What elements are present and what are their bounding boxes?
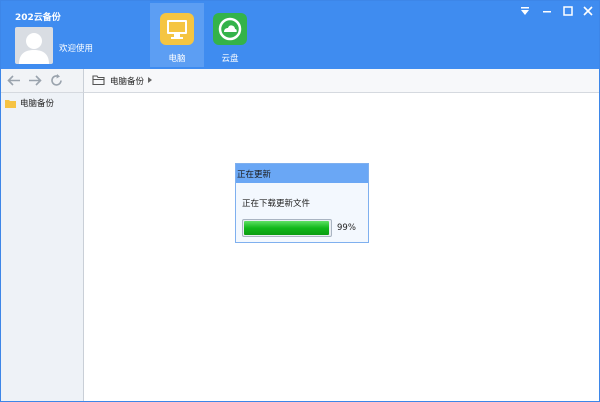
update-dialog: 正在更新 正在下载更新文件 99% — [235, 163, 369, 243]
title-bar: 202云备份 欢迎使用 电脑 云盘 — [1, 1, 599, 69]
tab-cloud-label: 云盘 — [221, 54, 239, 64]
progress-fill — [244, 221, 330, 235]
minimize-icon[interactable] — [538, 4, 556, 18]
user-icon — [19, 33, 49, 64]
tab-cloud[interactable]: 云盘 — [203, 3, 257, 67]
arrow-left-icon[interactable] — [6, 73, 22, 88]
main-content — [84, 93, 599, 401]
folder-open-icon — [92, 74, 105, 86]
close-icon[interactable] — [579, 4, 597, 18]
sidebar-item-computer-backup[interactable]: 电脑备份 — [5, 96, 54, 110]
folder-icon — [5, 99, 16, 108]
breadcrumb-item[interactable]: 电脑备份 — [110, 75, 144, 87]
dialog-message: 正在下载更新文件 — [242, 199, 311, 209]
sidebar: 电脑备份 — [1, 93, 84, 401]
dropdown-icon[interactable] — [516, 4, 534, 18]
dialog-header: 正在更新 — [236, 164, 368, 183]
tab-computer-label: 电脑 — [168, 54, 186, 64]
breadcrumb: 电脑备份 — [84, 69, 599, 93]
username: 欢迎使用 — [59, 44, 94, 54]
app-title: 202云备份 — [15, 13, 61, 23]
cloud-icon — [213, 13, 247, 45]
app-window: 202云备份 欢迎使用 电脑 云盘 电脑备份 电脑备份 正在更新 正在下载更新文… — [0, 0, 600, 402]
sidebar-item-label: 电脑备份 — [20, 99, 55, 109]
tab-computer[interactable]: 电脑 — [150, 3, 204, 67]
nav-toolbar — [1, 69, 84, 93]
progress-percent: 99% — [337, 223, 356, 233]
dialog-title: 正在更新 — [237, 170, 272, 180]
avatar[interactable] — [15, 27, 53, 64]
maximize-icon[interactable] — [559, 4, 577, 18]
progress-bar — [242, 219, 332, 237]
chevron-right-icon[interactable] — [148, 77, 152, 83]
arrow-right-icon[interactable] — [27, 73, 43, 88]
refresh-icon[interactable] — [49, 73, 65, 88]
monitor-icon — [160, 13, 194, 45]
